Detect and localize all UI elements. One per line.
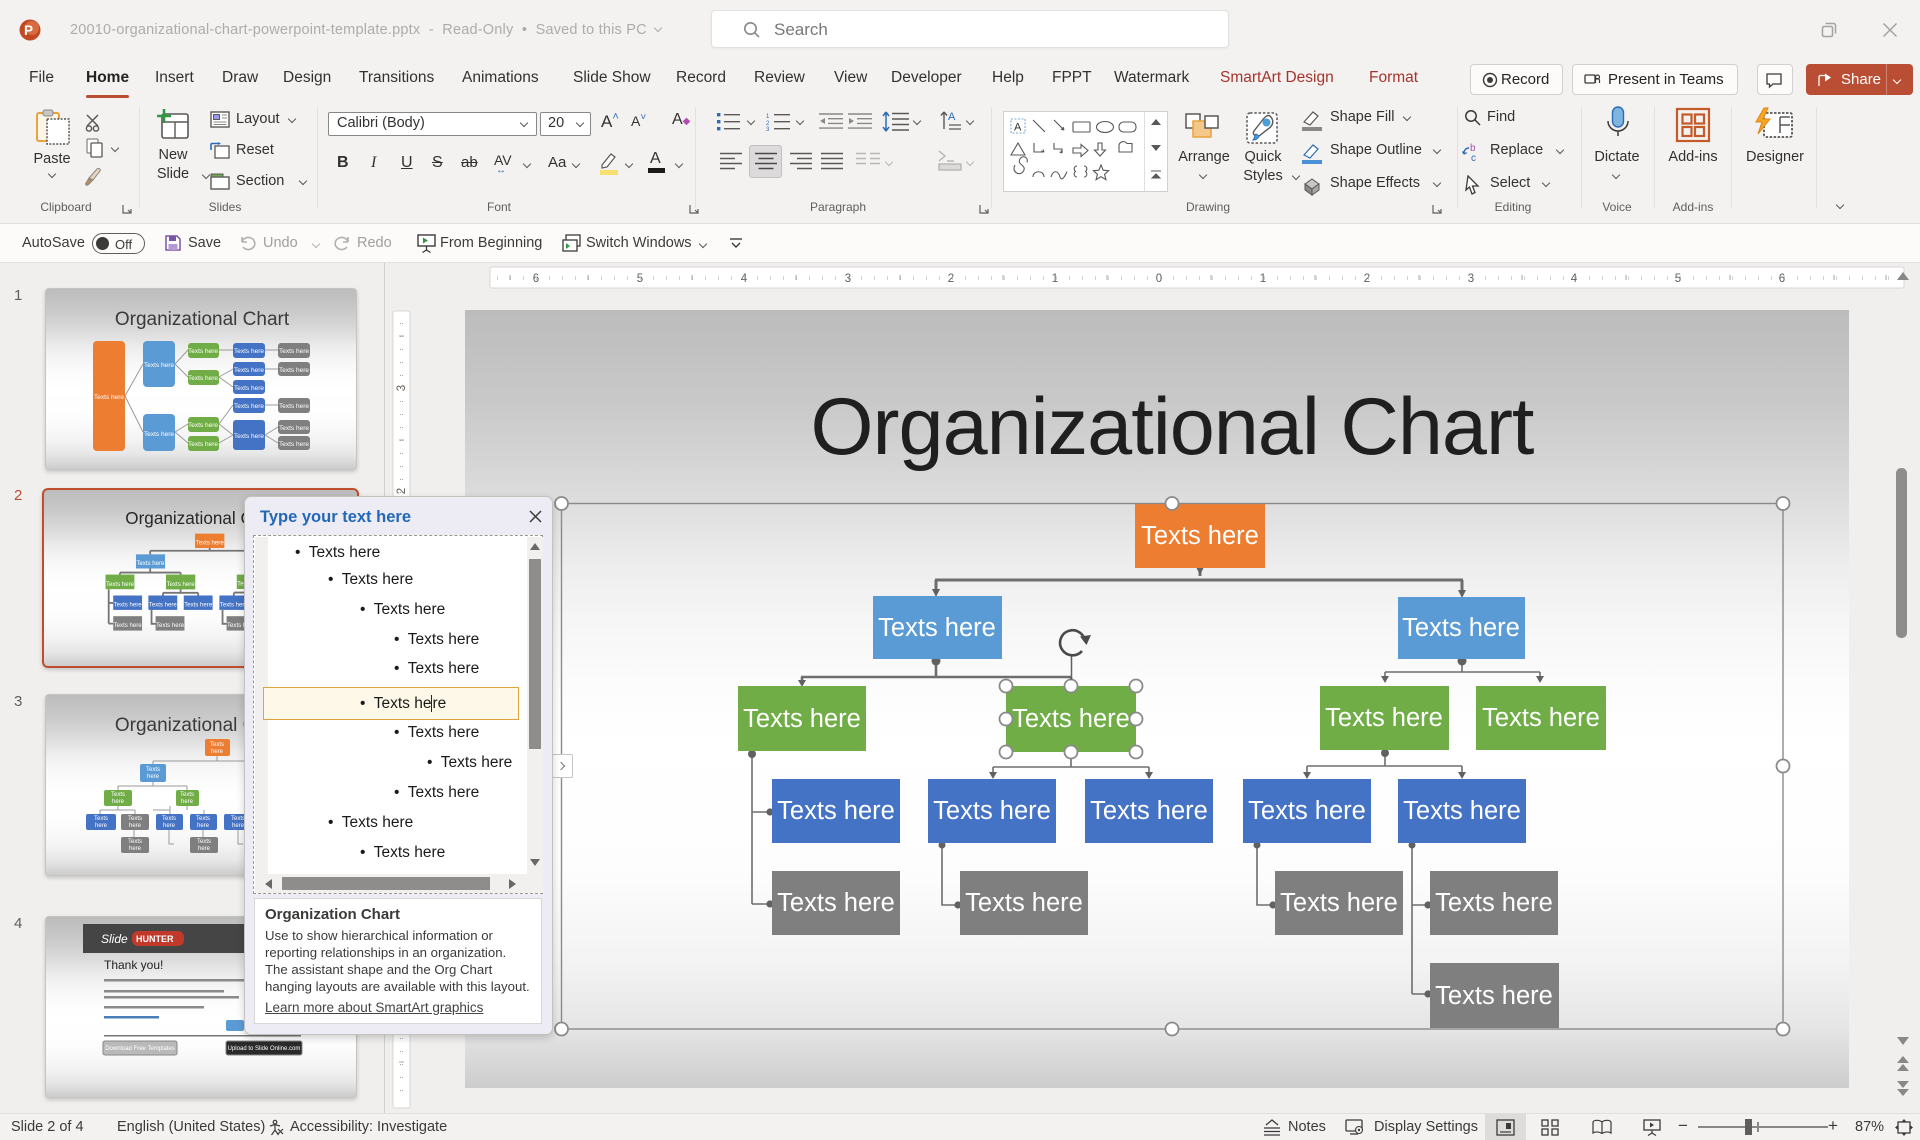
svg-text:1: 1 bbox=[766, 114, 770, 120]
svg-text:Texts here: Texts here bbox=[149, 603, 178, 609]
svg-text:2: 2 bbox=[1364, 273, 1370, 285]
svg-text:Texts here: Texts here bbox=[184, 603, 213, 609]
svg-text:Texts here: Texts here bbox=[167, 582, 196, 588]
svg-text:3: 3 bbox=[766, 127, 770, 131]
svg-text:Texts: Texts bbox=[231, 816, 245, 822]
svg-text:Texts here: Texts here bbox=[279, 367, 309, 374]
svg-text:Texts: Texts bbox=[128, 839, 142, 845]
svg-text:Texts here: Texts here bbox=[188, 441, 218, 448]
svg-text:Texts here: Texts here bbox=[279, 441, 309, 448]
svg-text:Texts here: Texts here bbox=[114, 623, 143, 629]
svg-text:Texts: Texts bbox=[210, 742, 224, 748]
svg-text:HUNTER: HUNTER bbox=[136, 934, 174, 944]
svg-text:Texts here: Texts here bbox=[188, 375, 218, 382]
svg-text:here: here bbox=[163, 823, 176, 829]
svg-text:P: P bbox=[24, 23, 33, 38]
svg-text:Thank you!: Thank you! bbox=[104, 958, 163, 972]
svg-text:Organizational Chart: Organizational Chart bbox=[115, 309, 290, 330]
svg-text:Texts here: Texts here bbox=[234, 385, 264, 392]
svg-text:Texts here: Texts here bbox=[106, 582, 135, 588]
svg-text:Texts here: Texts here bbox=[234, 367, 264, 374]
svg-text:Texts: Texts bbox=[128, 816, 142, 822]
svg-text:here: here bbox=[197, 823, 210, 829]
svg-text:0: 0 bbox=[1156, 273, 1162, 285]
svg-text:2: 2 bbox=[948, 273, 954, 285]
svg-text:Texts: Texts bbox=[180, 792, 194, 798]
svg-text:Upload to Slide Online.com: Upload to Slide Online.com bbox=[228, 1046, 301, 1052]
svg-text:here: here bbox=[211, 749, 224, 755]
svg-text:Download Free Templates: Download Free Templates bbox=[105, 1046, 175, 1052]
svg-text:Texts here: Texts here bbox=[94, 394, 124, 401]
svg-text:Texts here: Texts here bbox=[188, 348, 218, 355]
svg-text:Texts: Texts bbox=[111, 792, 125, 798]
svg-text:Texts: Texts bbox=[197, 839, 211, 845]
svg-text:here: here bbox=[112, 799, 125, 805]
svg-text:3: 3 bbox=[1468, 273, 1474, 285]
svg-text:A: A bbox=[1014, 122, 1022, 134]
svg-text:A: A bbox=[948, 111, 956, 123]
svg-text:Organizational Chart: Organizational Chart bbox=[811, 382, 1534, 472]
svg-text:Texts: Texts bbox=[162, 816, 176, 822]
svg-text:here: here bbox=[129, 846, 142, 852]
svg-text:here: here bbox=[232, 823, 245, 829]
svg-text:Texts here: Texts here bbox=[234, 403, 264, 410]
svg-text:Texts here: Texts here bbox=[144, 362, 174, 369]
svg-text:Texts here: Texts here bbox=[234, 433, 264, 440]
svg-text:1: 1 bbox=[1052, 273, 1058, 285]
svg-text:Texts here: Texts here bbox=[188, 422, 218, 429]
svg-text:Texts here: Texts here bbox=[156, 623, 185, 629]
svg-text:Texts here: Texts here bbox=[136, 561, 165, 567]
svg-text:2: 2 bbox=[396, 488, 408, 494]
svg-text:Texts: Texts bbox=[196, 816, 210, 822]
svg-text:1: 1 bbox=[1260, 273, 1266, 285]
svg-text:Texts here: Texts here bbox=[279, 425, 309, 432]
svg-text:Texts here: Texts here bbox=[196, 541, 225, 547]
svg-text:here: here bbox=[95, 823, 108, 829]
svg-text:Texts: Texts bbox=[146, 767, 160, 773]
svg-text:Texts: Texts bbox=[94, 816, 108, 822]
svg-text:here: here bbox=[181, 799, 194, 805]
svg-text:here: here bbox=[147, 774, 160, 780]
svg-text:Texts here: Texts here bbox=[279, 348, 309, 355]
svg-text:Texts here: Texts here bbox=[279, 403, 309, 410]
svg-text:Texts here: Texts here bbox=[234, 348, 264, 355]
svg-text:here: here bbox=[129, 823, 142, 829]
svg-text:Texts here: Texts here bbox=[144, 431, 174, 438]
svg-text:here: here bbox=[198, 846, 211, 852]
svg-text:c: c bbox=[1471, 153, 1476, 162]
svg-text:Texts here: Texts here bbox=[114, 603, 143, 609]
svg-text:Slide: Slide bbox=[101, 932, 128, 946]
